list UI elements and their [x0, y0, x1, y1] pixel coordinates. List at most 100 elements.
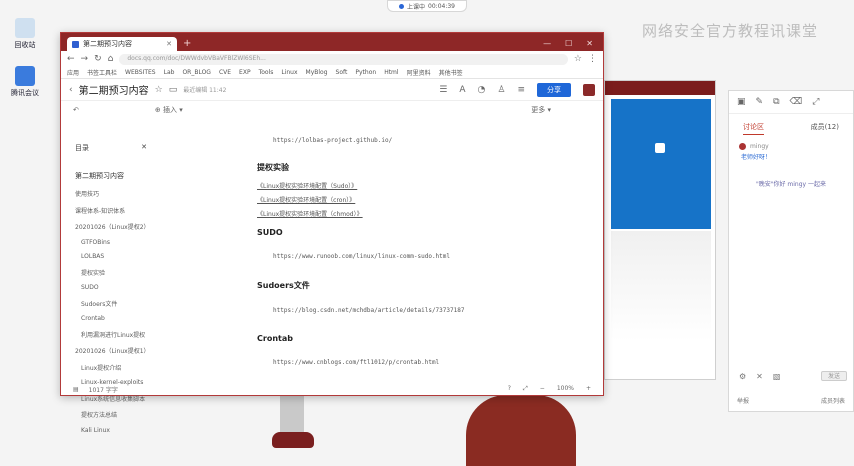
back-icon[interactable]: ← — [67, 54, 75, 64]
back-chevron-icon[interactable]: ‹ — [69, 85, 73, 95]
eraser-icon[interactable]: ⌫ — [790, 97, 803, 107]
toc-item[interactable]: SUDO — [75, 284, 147, 291]
bookmark-item[interactable]: CVE — [219, 69, 231, 76]
doc-tools: ☰ A ◔ ♙ ≡ 分享 — [439, 82, 595, 97]
copy-icon[interactable]: ⧉ — [773, 97, 779, 107]
settings-icon[interactable]: ⚙ — [739, 372, 746, 381]
toc-item[interactable]: 使用技巧 — [75, 189, 147, 198]
maximize-icon[interactable]: ☐ — [565, 39, 572, 48]
bookmark-item[interactable]: Lab — [164, 69, 175, 76]
background-window-banner — [611, 99, 711, 229]
zoom-in-icon[interactable]: + — [586, 385, 591, 393]
folder-icon[interactable]: ▭ — [169, 85, 178, 95]
star-doc-icon[interactable]: ☆ — [155, 85, 163, 95]
close-tab-icon[interactable]: ✕ — [166, 40, 172, 48]
format-icon[interactable]: ☰ — [439, 85, 447, 95]
reload-icon[interactable]: ↻ — [94, 54, 102, 64]
extensions-icon[interactable]: ⋮ — [588, 54, 597, 64]
recycle-bin-icon — [15, 18, 35, 38]
toc-item[interactable]: Crontab — [75, 315, 147, 322]
background-browser-window[interactable] — [604, 80, 716, 380]
toc-item[interactable]: 第二期预习内容 — [75, 171, 147, 181]
desktop-icon-recycle[interactable]: 回收站 — [4, 18, 46, 50]
new-tab-button[interactable]: + — [183, 38, 191, 49]
bookmark-item[interactable]: EXP — [239, 69, 251, 76]
browser-tab[interactable]: 第二期预习内容 ✕ — [67, 37, 177, 51]
bookmark-item[interactable]: MyBlog — [306, 69, 328, 76]
undo-icon[interactable]: ↶ — [73, 106, 79, 114]
screenshot-icon[interactable]: ▣ — [737, 97, 746, 107]
bookmark-item[interactable]: Python — [355, 69, 376, 76]
bookmark-item[interactable]: Linux — [281, 69, 297, 76]
doc-link[interactable]: https://www.runoob.com/linux/linux-comm-… — [257, 253, 557, 260]
star-icon[interactable]: ☆ — [574, 54, 582, 64]
doc-link[interactable]: https://blog.csdn.net/mchdba/article/det… — [257, 307, 557, 314]
watermark: 网络安全官方教程讯课堂 — [642, 22, 819, 40]
bookmark-item[interactable]: 书签工具栏 — [87, 68, 117, 77]
doc-sub-link[interactable]: 《Linux提权实验环境配置（cron）》 — [257, 195, 557, 204]
doc-link[interactable]: https://lolbas-project.github.io/ — [257, 137, 557, 144]
history-icon[interactable]: ◔ — [478, 85, 486, 95]
more-menu[interactable]: 更多 ▾ — [531, 105, 551, 115]
layout-icon[interactable]: ▤ — [73, 386, 79, 393]
expand-icon[interactable]: ⤢ — [812, 97, 819, 107]
section-heading: 提权实验 — [257, 163, 289, 172]
toc-item[interactable]: 20201026（Linux提权2） — [75, 222, 150, 231]
bookmark-item[interactable]: 其他书签 — [439, 68, 463, 77]
doc-link[interactable]: https://www.cnblogs.com/ftl1012/p/cronta… — [257, 359, 557, 366]
font-icon[interactable]: A — [459, 85, 465, 95]
bookmark-item[interactable]: OR_BLOG — [182, 69, 211, 76]
bookmark-item[interactable]: Tools — [259, 69, 274, 76]
close-icon[interactable]: ✕ — [756, 372, 763, 381]
minimize-icon[interactable]: — — [543, 39, 551, 48]
meeting-app-icon — [15, 66, 35, 86]
desktop-figure-shoe — [272, 432, 314, 448]
doc-sub-link[interactable]: 《Linux提权实验环境配置（chmod）》 — [257, 209, 557, 218]
tab-discussion[interactable]: 讨论区 — [743, 122, 764, 135]
share-button[interactable]: 分享 — [537, 82, 571, 97]
zoom-out-icon[interactable]: − — [540, 385, 545, 393]
bookmark-item[interactable]: Html — [384, 69, 398, 76]
chat-message-text: 老师好呀！ — [741, 154, 772, 161]
fullscreen-icon[interactable]: ⤢ — [523, 385, 528, 393]
chat-panel: ▣ ✎ ⧉ ⌫ ⤢ 讨论区 成员(12) mingy 老师好呀！ "晚安"你好 … — [728, 90, 854, 412]
send-button[interactable]: 发送 — [821, 371, 847, 381]
table-of-contents: 目录 ✕ 第二期预习内容 使用技巧 课程体系-知识体系 20201026（Linux提… — [61, 137, 161, 434]
toc-item[interactable]: GTFOBins — [75, 239, 147, 246]
insert-menu[interactable]: ⊕ 插入 ▾ — [155, 105, 183, 115]
chat-toolbar: ▣ ✎ ⧉ ⌫ ⤢ — [729, 91, 853, 114]
user-add-icon[interactable]: ♙ — [497, 85, 505, 95]
close-toc-icon[interactable]: ✕ — [141, 143, 147, 153]
toc-item[interactable]: 利用漏洞进行Linux提权 — [75, 330, 147, 339]
bookmark-item[interactable]: WEBSITES — [125, 69, 156, 76]
toc-item[interactable]: Kali Linux — [75, 427, 147, 434]
toc-item[interactable]: 20201026（Linux提权1） — [75, 346, 150, 355]
toc-item[interactable]: Sudoers文件 — [75, 299, 147, 308]
toc-item[interactable]: 提权实验 — [75, 268, 147, 277]
doc-sub-link[interactable]: 《Linux提权实验环境配置（Sudo）》 — [257, 181, 557, 190]
bookmark-item[interactable]: 应用 — [67, 68, 79, 77]
meeting-status-pill[interactable]: 上课中 00:04:39 — [387, 0, 467, 12]
toc-item[interactable]: Linux提权介绍 — [75, 363, 147, 372]
doc-title: 第二期预习内容 — [78, 86, 149, 97]
forward-icon[interactable]: → — [81, 54, 89, 64]
desktop-icon-meeting[interactable]: 腾讯会议 — [4, 66, 46, 98]
bookmark-item[interactable]: Soft — [336, 69, 348, 76]
url-input[interactable]: docs.qq.com/doc/DWWdvbVBaVFBlZWl6SEh... — [119, 53, 568, 65]
window-close-icon[interactable]: ✕ — [586, 39, 593, 48]
browser-titlebar: 第二期预习内容 ✕ + — ☐ ✕ — [61, 33, 603, 51]
toc-item[interactable]: LOLBAS — [75, 253, 147, 260]
bookmark-item[interactable]: 阿里资料 — [407, 68, 431, 77]
background-window-body — [611, 231, 711, 341]
home-icon[interactable]: ⌂ — [108, 54, 114, 64]
doc-toolbar: ↶ ⊕ 插入 ▾ 更多 ▾ — [61, 101, 603, 119]
user-avatar[interactable] — [583, 83, 595, 96]
image-icon[interactable]: ▧ — [773, 372, 781, 381]
tab-members[interactable]: 成员(12) — [811, 122, 839, 135]
menu-icon[interactable]: ≡ — [517, 85, 525, 95]
toc-item[interactable]: 提权方法总结 — [75, 410, 147, 419]
chat-footer: 举报 成员列表 — [737, 398, 845, 405]
toc-item[interactable]: 课程体系-知识体系 — [75, 206, 147, 215]
help-icon[interactable]: ? — [508, 385, 511, 393]
pen-icon[interactable]: ✎ — [756, 97, 764, 107]
